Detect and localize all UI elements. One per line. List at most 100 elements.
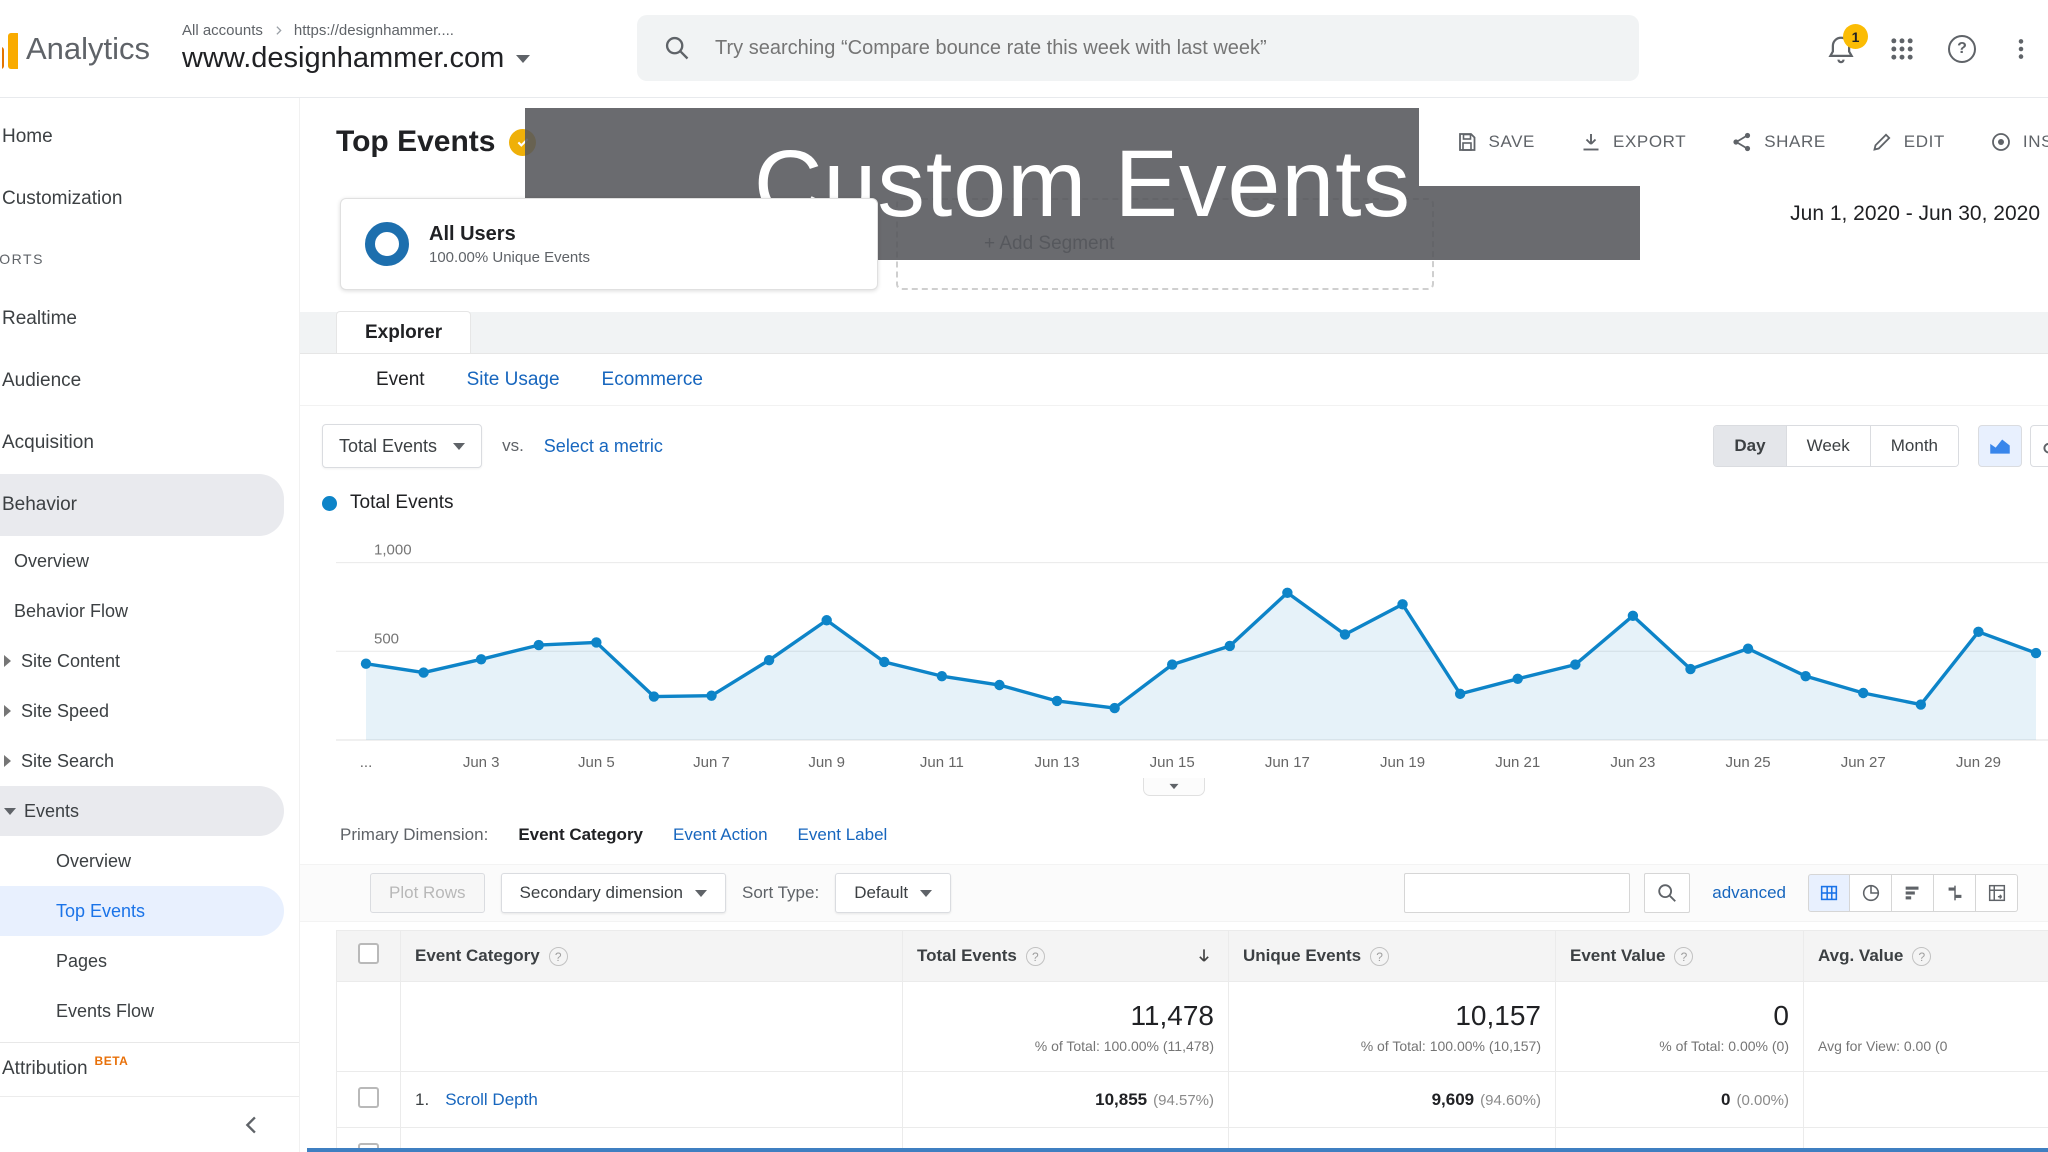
bottom-scrollbar[interactable] [307, 1148, 2048, 1152]
dimension-event-category[interactable]: Event Category [518, 825, 643, 845]
data-table-view-button[interactable] [1808, 874, 1850, 912]
sidebar-item-acquisition[interactable]: Acquisition [0, 412, 299, 474]
caret-down-icon [920, 889, 933, 897]
sidebar-item-realtime[interactable]: Realtime [0, 288, 299, 350]
share-button[interactable]: SHARE [1730, 130, 1826, 154]
granularity-week[interactable]: Week [1785, 426, 1870, 466]
more-vertical-icon [2018, 39, 2024, 59]
percentage-view-button[interactable] [1850, 874, 1892, 912]
sort-type-dropdown[interactable]: Default [835, 873, 952, 913]
select-metric-link[interactable]: Select a metric [544, 436, 663, 457]
export-button[interactable]: EXPORT [1579, 130, 1686, 154]
sidebar-item-top-events[interactable]: Top Events [0, 886, 284, 936]
beta-badge: BETA [94, 1054, 129, 1068]
table-search-input[interactable] [1404, 873, 1631, 913]
comparison-icon [1948, 885, 1961, 901]
apps-button[interactable] [1888, 35, 1916, 63]
sidebar-item-attribution[interactable]: Attribution BETA [0, 1045, 299, 1093]
column-header-event-value[interactable]: Event Value? [1555, 930, 1804, 982]
secondary-dimension-button[interactable]: Secondary dimension [500, 873, 727, 913]
svg-text:Jun 9: Jun 9 [808, 754, 845, 771]
notifications-button[interactable]: 1 [1826, 24, 1868, 64]
help-icon[interactable]: ? [548, 946, 568, 966]
sidebar-item-behavior[interactable]: Behavior [0, 474, 284, 536]
expand-right-icon [4, 705, 11, 717]
summary-total-events-pct: % of Total: 100.00% (11,478) [1034, 1037, 1214, 1054]
column-header-total-events[interactable]: Total Events? [902, 930, 1229, 982]
segment-card-all-users[interactable]: All Users 100.00% Unique Events [340, 198, 878, 290]
sidebar-item-pages[interactable]: Pages [0, 936, 299, 986]
pivot-view-button[interactable] [1976, 874, 2018, 912]
sidebar-item-label: Attribution [2, 1058, 88, 1079]
motion-chart-type-button[interactable] [2030, 425, 2048, 467]
sidebar-item-site-speed[interactable]: Site Speed [0, 686, 299, 736]
sidebar-item-events[interactable]: Events [0, 786, 284, 836]
granularity-day[interactable]: Day [1714, 426, 1786, 466]
column-header-unique-events[interactable]: Unique Events? [1228, 930, 1556, 982]
more-options-button[interactable] [2008, 36, 2034, 62]
subtab-event[interactable]: Event [376, 369, 425, 391]
breadcrumb-path[interactable]: https://designhammer.... [294, 22, 454, 39]
summary-event-value-pct: % of Total: 0.00% (0) [1659, 1037, 1789, 1054]
sidebar-item-events-flow[interactable]: Events Flow [0, 986, 299, 1036]
account-switcher: All accounts https://designhammer.... ww… [182, 22, 531, 75]
help-icon[interactable]: ? [1912, 946, 1932, 966]
insights-icon [1992, 133, 2010, 151]
advanced-link[interactable]: advanced [1712, 883, 1786, 903]
row-unique-events-cell: 9,609 (94.60%) [1228, 1071, 1556, 1128]
save-button[interactable]: SAVE [1455, 130, 1536, 154]
tab-explorer[interactable]: Explorer [336, 311, 472, 353]
breadcrumb-account[interactable]: All accounts [182, 22, 263, 39]
events-line-chart: 500 1,000... Jun 3 Jun 5 Jun 7 Jun 9 Jun 11 Jun… [336, 542, 2048, 771]
row-category-cell: 1. Scroll Depth [400, 1071, 903, 1128]
primary-dimension-label: Primary Dimension: [340, 825, 489, 844]
column-header-event-category[interactable]: Event Category? [400, 930, 903, 982]
help-icon[interactable]: ? [1370, 946, 1390, 966]
subtab-site-usage[interactable]: Site Usage [467, 369, 560, 391]
plot-rows-button[interactable]: Plot Rows [370, 873, 485, 913]
sort-descending-icon[interactable] [1194, 946, 1214, 966]
subtab-ecommerce[interactable]: Ecommerce [602, 369, 703, 391]
event-category-link[interactable]: Scroll Depth [445, 1090, 538, 1110]
summary-checkbox-cell [336, 981, 401, 1072]
sidebar-collapse-button[interactable] [0, 1096, 299, 1152]
column-header-avg-value[interactable]: Avg. Value? [1803, 930, 2048, 982]
dimension-event-action[interactable]: Event Action [673, 825, 768, 845]
help-icon[interactable]: ? [1025, 946, 1045, 966]
comparison-view-button[interactable] [1934, 874, 1976, 912]
sidebar-item-label: Site Speed [21, 700, 110, 721]
chart-expand-button[interactable] [1143, 778, 1205, 796]
dimension-event-label[interactable]: Event Label [798, 825, 888, 845]
row-avg-value-cell [1803, 1071, 2048, 1128]
help-icon[interactable]: ? [1674, 946, 1694, 966]
select-all-checkbox[interactable] [358, 943, 379, 964]
search-input[interactable] [715, 36, 1613, 60]
search-bar[interactable] [637, 15, 1639, 81]
chart-container: 500 1,000... Jun 3 Jun 5 Jun 7 Jun 9 Jun 11 Jun… [300, 526, 2048, 778]
date-range-selector[interactable]: Jun 1, 2020 - Jun 30, 2020 [1790, 202, 2040, 226]
insights-button[interactable]: INSIGHTS [1989, 130, 2048, 154]
sidebar-item-behavior-flow[interactable]: Behavior Flow [0, 586, 299, 636]
performance-view-button[interactable] [1892, 874, 1934, 912]
granularity-month[interactable]: Month [1869, 426, 1958, 466]
sidebar-item-customization[interactable]: Customization [0, 168, 299, 230]
property-selector[interactable]: www.designhammer.com [182, 42, 531, 75]
sidebar-item-behavior-overview[interactable]: Overview [0, 536, 299, 586]
svg-text:Jun 7: Jun 7 [693, 754, 730, 771]
analytics-logo[interactable]: Analytics [0, 29, 160, 69]
help-button[interactable]: ? [1948, 35, 1976, 63]
table-search-button[interactable] [1644, 873, 1691, 913]
sidebar-item-events-overview[interactable]: Overview [0, 836, 299, 886]
sidebar-item-home[interactable]: Home [0, 106, 299, 168]
sidebar-item-site-search[interactable]: Site Search [0, 736, 299, 786]
metric-dropdown[interactable]: Total Events [322, 424, 483, 468]
select-all-cell [336, 930, 401, 982]
edit-button[interactable]: EDIT [1870, 130, 1945, 154]
row-checkbox[interactable] [358, 1086, 379, 1108]
svg-text:Jun 15: Jun 15 [1150, 754, 1195, 771]
summary-unique-events: 10,157 [1455, 999, 1541, 1031]
sidebar-item-site-content[interactable]: Site Content [0, 636, 299, 686]
svg-text:1,000: 1,000 [374, 542, 412, 559]
line-chart-type-button[interactable] [1978, 425, 2022, 467]
edit-icon [1873, 133, 1891, 151]
